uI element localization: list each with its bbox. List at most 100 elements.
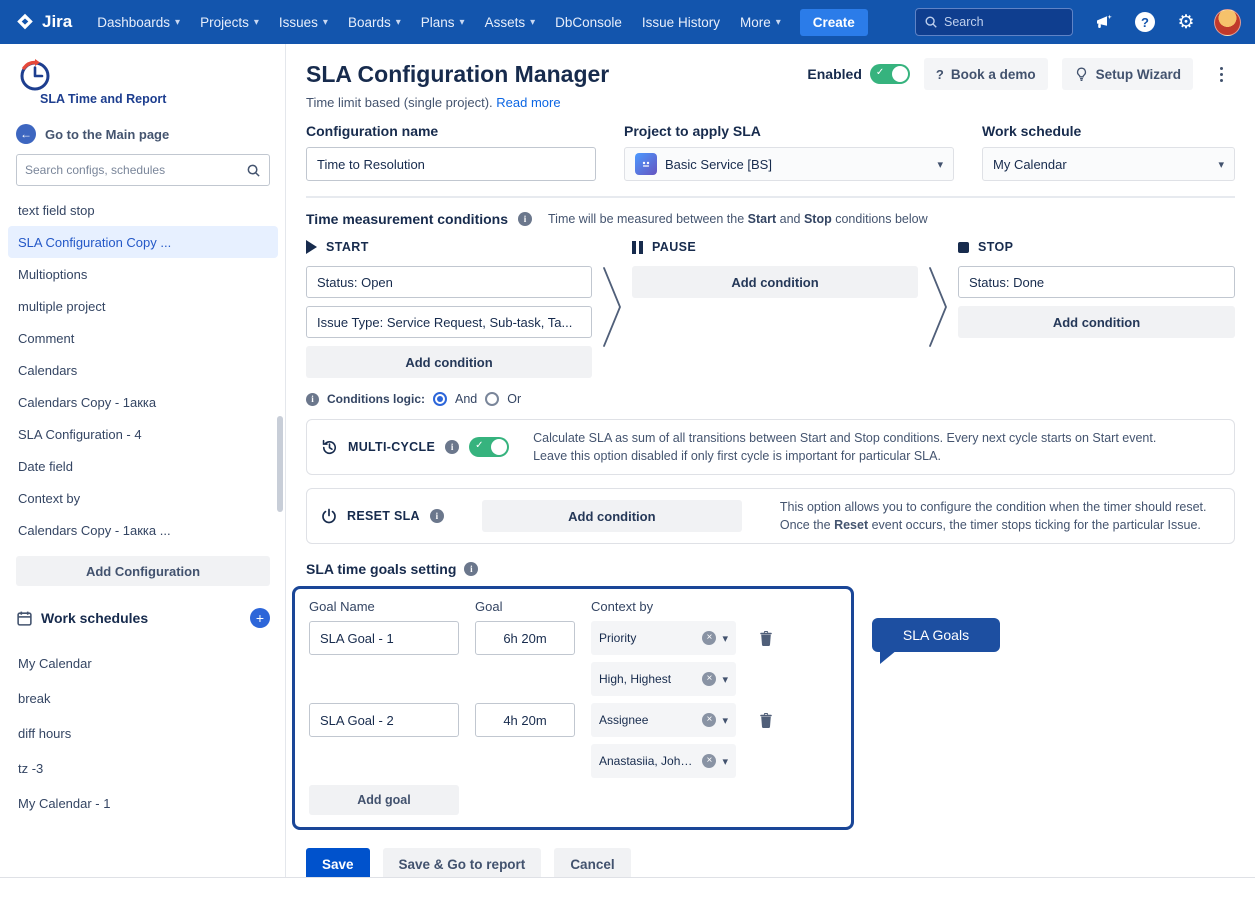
- chevron-right-icon: [601, 264, 623, 350]
- schedule-item[interactable]: tz -3: [8, 751, 278, 786]
- config-item[interactable]: Context by: [8, 482, 278, 514]
- config-item[interactable]: Calendars Copy - 1акка: [8, 386, 278, 418]
- work-schedules-header: Work schedules: [16, 608, 270, 628]
- project-value: Basic Service [BS]: [665, 157, 929, 172]
- start-add-condition-button[interactable]: Add condition: [306, 346, 592, 378]
- config-item[interactable]: text field stop: [8, 194, 278, 226]
- announcements-button[interactable]: [1091, 9, 1117, 35]
- cancel-button[interactable]: Cancel: [554, 848, 630, 877]
- clear-icon[interactable]: [702, 672, 716, 686]
- nav-item-issue-history[interactable]: Issue History: [633, 9, 729, 36]
- sidebar-search-input[interactable]: [25, 163, 240, 177]
- config-item[interactable]: Comment: [8, 322, 278, 354]
- nav-item-more[interactable]: More: [731, 9, 790, 36]
- save-go-report-button[interactable]: Save & Go to report: [383, 848, 542, 877]
- info-icon[interactable]: [430, 509, 444, 523]
- schedule-item[interactable]: My Calendar: [8, 646, 278, 681]
- schedule-item[interactable]: diff hours: [8, 716, 278, 751]
- delete-goal-button[interactable]: [752, 705, 780, 735]
- enabled-toggle[interactable]: [870, 64, 910, 84]
- goal-header: Goal: [475, 599, 575, 614]
- clear-icon[interactable]: [702, 631, 716, 645]
- config-item[interactable]: Calendars: [8, 354, 278, 386]
- config-name-input[interactable]: [306, 147, 596, 181]
- context-field-select[interactable]: Assignee: [591, 703, 736, 737]
- config-item[interactable]: Calendars Copy - 1акка ...: [8, 514, 278, 546]
- project-select[interactable]: Basic Service [BS]: [624, 147, 954, 181]
- info-icon[interactable]: [306, 393, 319, 406]
- logic-and-radio[interactable]: [433, 392, 447, 406]
- config-item-selected[interactable]: SLA Configuration Copy ...: [8, 226, 278, 258]
- config-item[interactable]: Date field: [8, 450, 278, 482]
- context-values-value: High, Highest: [599, 672, 696, 686]
- context-values-select[interactable]: Anastasiia, John Smit...: [591, 744, 736, 778]
- history-icon: [321, 439, 338, 456]
- add-configuration-button[interactable]: Add Configuration: [16, 556, 270, 586]
- stop-add-condition-button[interactable]: Add condition: [958, 306, 1235, 338]
- stop-condition-input[interactable]: [958, 266, 1235, 298]
- goal-name-input[interactable]: [309, 621, 459, 655]
- multi-cycle-toggle[interactable]: [469, 437, 509, 457]
- save-button[interactable]: Save: [306, 848, 370, 877]
- back-to-main-link[interactable]: Go to the Main page: [16, 124, 169, 144]
- reset-add-condition-button[interactable]: Add condition: [482, 500, 742, 532]
- context-field-select[interactable]: Priority: [591, 621, 736, 655]
- goals-section-title: SLA time goals setting: [306, 561, 456, 577]
- global-search[interactable]: [915, 8, 1073, 36]
- back-label: Go to the Main page: [45, 127, 169, 142]
- start-condition-input[interactable]: [306, 266, 592, 298]
- nav-item-issues[interactable]: Issues: [270, 9, 337, 36]
- sidebar-scrollbar-thumb[interactable]: [277, 416, 283, 512]
- read-more-link[interactable]: Read more: [496, 95, 560, 110]
- config-item[interactable]: SLA Configuration - 4: [8, 418, 278, 450]
- info-icon[interactable]: [464, 562, 478, 576]
- stop-column: STOP Add condition: [958, 238, 1235, 406]
- goal-value-input[interactable]: [475, 621, 575, 655]
- config-item[interactable]: multiple project: [8, 290, 278, 322]
- pause-add-condition-button[interactable]: Add condition: [632, 266, 918, 298]
- schedule-item[interactable]: break: [8, 681, 278, 716]
- help-button[interactable]: [1132, 9, 1158, 35]
- nav-item-boards[interactable]: Boards: [339, 9, 410, 36]
- power-icon: [321, 508, 337, 524]
- nav-item-assets[interactable]: Assets: [476, 9, 545, 36]
- context-values-value: Anastasiia, John Smit...: [599, 754, 696, 768]
- sidebar-search[interactable]: [16, 154, 270, 186]
- clear-icon[interactable]: [702, 713, 716, 727]
- jira-logo-text: Jira: [42, 12, 72, 32]
- config-name-label: Configuration name: [306, 123, 596, 139]
- info-icon[interactable]: [518, 212, 532, 226]
- logic-or-radio[interactable]: [485, 392, 499, 406]
- settings-button[interactable]: [1173, 9, 1199, 35]
- schedule-list: My Calendar break diff hours tz -3 My Ca…: [8, 646, 278, 821]
- multi-cycle-box: MULTI-CYCLE Calculate SLA as sum of all …: [306, 419, 1235, 475]
- reset-description: This option allows you to configure the …: [780, 498, 1207, 534]
- schedule-item[interactable]: My Calendar - 1: [8, 786, 278, 821]
- delete-goal-button[interactable]: [752, 623, 780, 653]
- nav-item-dashboards[interactable]: Dashboards: [88, 9, 189, 36]
- add-schedule-button[interactable]: [250, 608, 270, 628]
- context-values-select[interactable]: High, Highest: [591, 662, 736, 696]
- add-goal-button[interactable]: Add goal: [309, 785, 459, 815]
- goal-value-input[interactable]: [475, 703, 575, 737]
- user-avatar[interactable]: [1214, 9, 1241, 36]
- work-schedule-select[interactable]: My Calendar: [982, 147, 1235, 181]
- config-item[interactable]: Multioptions: [8, 258, 278, 290]
- trash-icon: [758, 712, 774, 729]
- jira-logo[interactable]: Jira: [14, 11, 72, 33]
- nav-item-dbconsole[interactable]: DbConsole: [546, 9, 631, 36]
- book-demo-button[interactable]: Book a demo: [924, 58, 1048, 90]
- goal-name-input[interactable]: [309, 703, 459, 737]
- work-schedules-title: Work schedules: [41, 610, 242, 626]
- context-field-value: Assignee: [599, 713, 696, 727]
- nav-item-projects[interactable]: Projects: [191, 9, 268, 36]
- nav-item-plans[interactable]: Plans: [412, 9, 474, 36]
- global-search-input[interactable]: [944, 15, 1054, 29]
- start-condition-input[interactable]: [306, 306, 592, 338]
- info-icon[interactable]: [445, 440, 459, 454]
- setup-wizard-button[interactable]: Setup Wizard: [1062, 58, 1193, 90]
- config-list: text field stop SLA Configuration Copy .…: [8, 194, 278, 546]
- clear-icon[interactable]: [702, 754, 716, 768]
- create-button[interactable]: Create: [800, 9, 868, 36]
- more-options-button[interactable]: [1207, 58, 1235, 90]
